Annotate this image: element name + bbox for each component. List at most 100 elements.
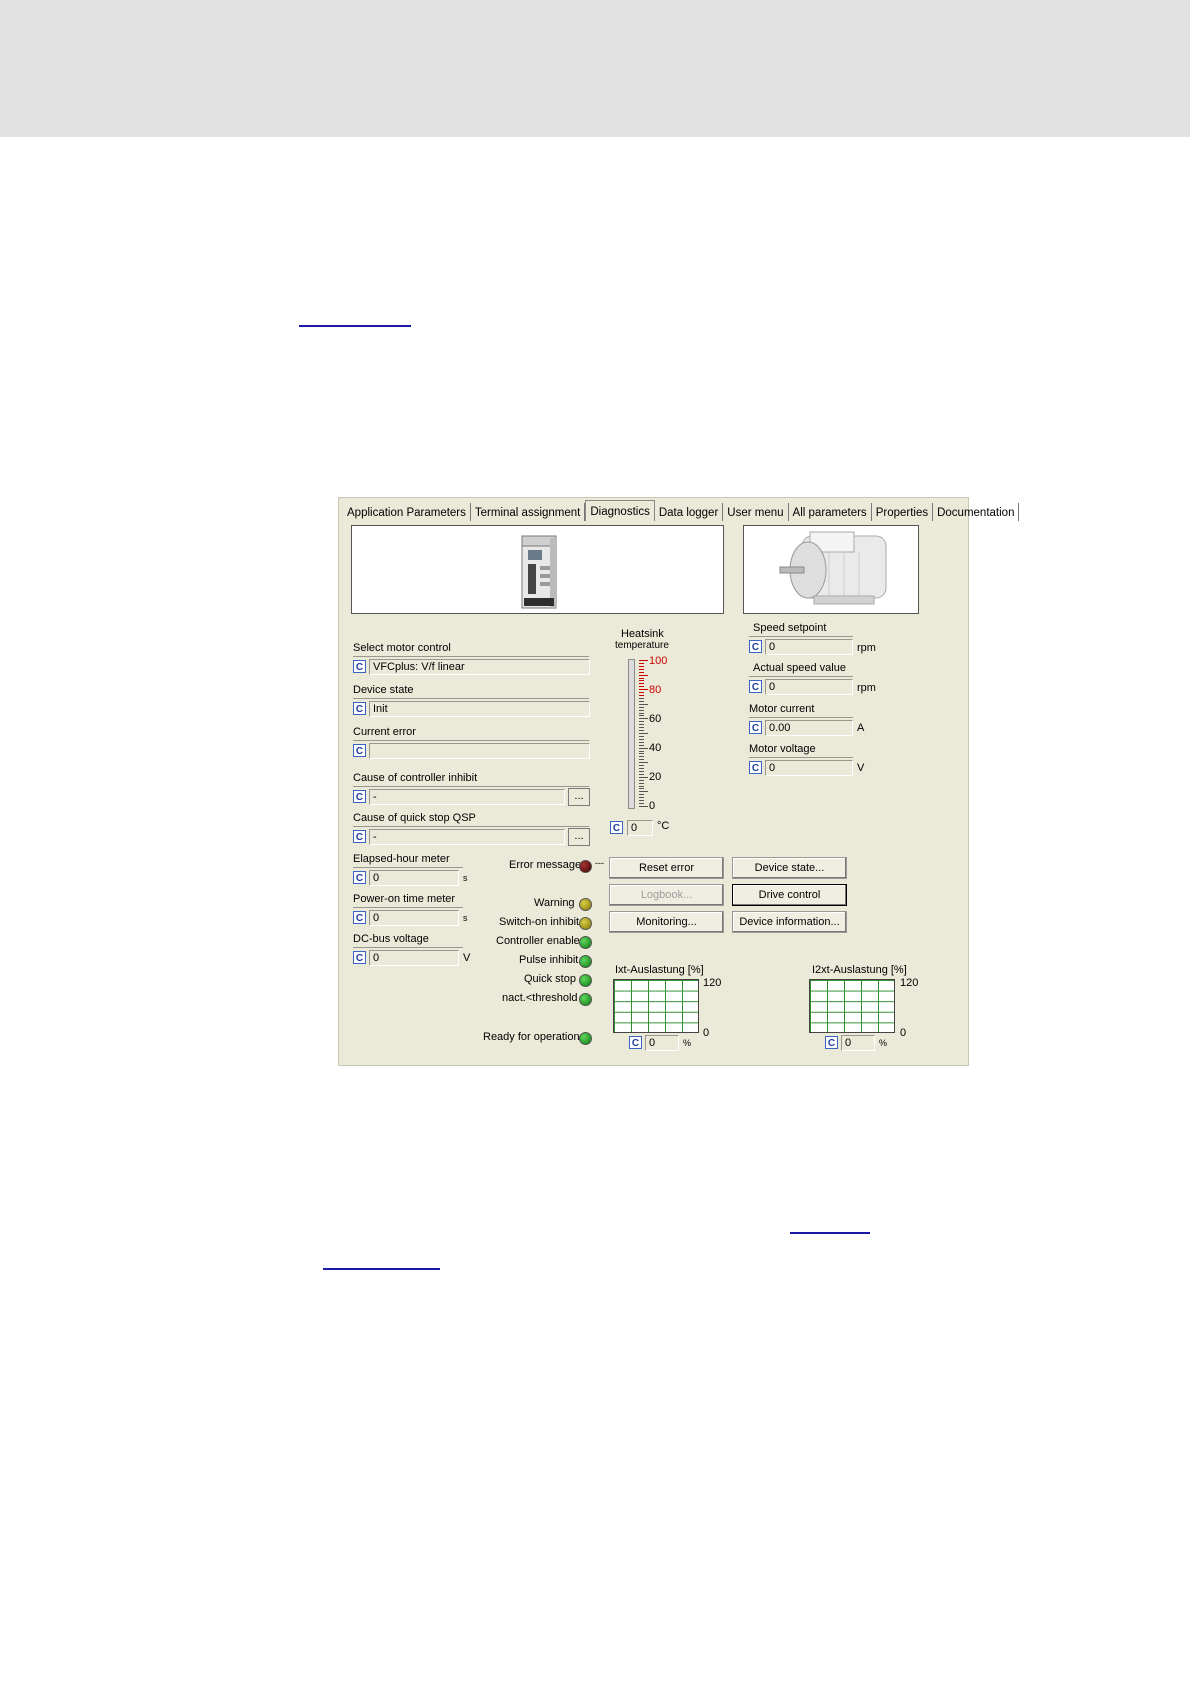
heatsink-temp-field[interactable]: 0 — [627, 820, 653, 836]
tab-bar: Application Parameters Terminal assignme… — [343, 500, 1020, 521]
c-icon[interactable]: C — [353, 702, 366, 715]
heatsink-label: Heatsink — [621, 628, 664, 640]
pulse-inhibit-led — [579, 955, 592, 968]
c-icon[interactable]: C — [610, 821, 623, 834]
thermometer-tick — [639, 788, 644, 790]
thermometer-tick — [639, 718, 648, 720]
motor-control-label: Select motor control — [353, 642, 451, 654]
controller-inhibit-field[interactable]: - — [369, 789, 565, 805]
motor-control-field[interactable]: VFCplus: V/f linear — [369, 659, 590, 675]
motor-current-unit: A — [857, 722, 865, 734]
i2xt-utilization-graph — [809, 979, 895, 1033]
thermometer-tick — [639, 785, 644, 787]
c-icon[interactable]: C — [749, 680, 762, 693]
nact-threshold-label: nact.<threshold — [502, 992, 578, 1004]
logbook-button[interactable]: Logbook... — [609, 884, 724, 906]
scale-label: 0 — [649, 800, 656, 812]
tab-user-menu[interactable]: User menu — [723, 503, 789, 521]
quick-stop-led — [579, 974, 592, 987]
device-information-button[interactable]: Device information... — [732, 911, 847, 933]
thermometer-tick — [639, 806, 648, 807]
thermometer-tick — [639, 770, 644, 772]
thermometer-tick — [639, 724, 644, 726]
c-icon[interactable]: C — [353, 871, 366, 884]
motor-current-label: Motor current — [749, 703, 815, 715]
c-icon[interactable]: C — [353, 790, 366, 803]
document-link[interactable] — [299, 325, 411, 327]
controller-enable-label: Controller enable — [496, 935, 580, 947]
elapsed-hour-label: Elapsed-hour meter — [353, 853, 450, 865]
inverter-image — [521, 535, 557, 609]
elapsed-hour-field[interactable]: 0 — [369, 870, 459, 886]
document-link[interactable] — [323, 1268, 440, 1270]
current-error-field[interactable] — [369, 743, 590, 759]
thermometer-tick — [639, 744, 644, 746]
c-icon[interactable]: C — [749, 640, 762, 653]
thermometer-tick — [639, 660, 648, 661]
power-on-field[interactable]: 0 — [369, 910, 459, 926]
thermometer-tick — [639, 689, 648, 691]
quick-stop-cause-field[interactable]: - — [369, 829, 565, 845]
c-icon[interactable]: C — [749, 721, 762, 734]
ixt-utilization-graph — [613, 979, 699, 1033]
tab-documentation[interactable]: Documentation — [933, 503, 1020, 521]
i2xt-value-field[interactable]: 0 — [841, 1035, 875, 1051]
tab-data-logger[interactable]: Data logger — [655, 503, 724, 521]
thermometer-tick — [639, 762, 648, 764]
error-message-suffix: --- — [595, 858, 604, 868]
tab-application-parameters[interactable]: Application Parameters — [343, 503, 471, 521]
monitoring-button[interactable]: Monitoring... — [609, 911, 724, 933]
speed-setpoint-field[interactable]: 0 — [765, 639, 853, 655]
c-icon[interactable]: C — [353, 951, 366, 964]
motor-image — [779, 531, 887, 605]
motor-current-field[interactable]: 0.00 — [765, 720, 853, 736]
device-state-field[interactable]: Init — [369, 701, 590, 717]
controller-inhibit-more-button[interactable]: ... — [568, 788, 590, 806]
c-icon[interactable]: C — [353, 744, 366, 757]
actual-speed-field[interactable]: 0 — [765, 679, 853, 695]
scale-label: 20 — [649, 771, 662, 783]
thermometer-tick — [639, 741, 644, 743]
tab-terminal-assignment[interactable]: Terminal assignment — [471, 503, 586, 521]
thermometer-tick — [639, 683, 644, 685]
tab-properties[interactable]: Properties — [872, 503, 934, 521]
c-icon[interactable]: C — [629, 1036, 642, 1049]
speed-setpoint-label: Speed setpoint — [753, 622, 827, 634]
scale-label: 80 — [649, 684, 662, 696]
divider — [749, 636, 853, 637]
thermometer-tick — [639, 738, 644, 740]
thermometer-tick — [639, 712, 644, 714]
tab-all-parameters[interactable]: All parameters — [789, 503, 872, 521]
divider — [749, 676, 853, 677]
c-icon[interactable]: C — [353, 660, 366, 673]
drive-control-button[interactable]: Drive control — [732, 884, 847, 906]
reset-error-button[interactable]: Reset error — [609, 857, 724, 879]
thermometer-tick — [639, 733, 648, 734]
i2xt-title: I2xt-Auslastung [%] — [812, 964, 907, 976]
tab-diagnostics[interactable]: Diagnostics — [585, 500, 655, 521]
controller-inhibit-label: Cause of controller inhibit — [353, 772, 478, 784]
quick-stop-more-button[interactable]: ... — [568, 828, 590, 846]
switch-on-inhibit-led — [579, 917, 592, 930]
i2xt-unit: % — [879, 1038, 888, 1048]
ixt-min-label: 0 — [703, 1027, 710, 1039]
divider — [353, 698, 589, 699]
c-icon[interactable]: C — [353, 911, 366, 924]
thermometer-tick — [639, 797, 644, 799]
c-icon[interactable]: C — [353, 830, 366, 843]
document-link[interactable] — [790, 1232, 870, 1234]
thermometer-tick — [639, 756, 644, 758]
ixt-value-field[interactable]: 0 — [645, 1035, 679, 1051]
dc-bus-field[interactable]: 0 — [369, 950, 459, 966]
c-icon[interactable]: C — [825, 1036, 838, 1049]
divider — [353, 867, 463, 868]
motor-voltage-field[interactable]: 0 — [765, 760, 853, 776]
thermometer-tick — [639, 677, 644, 679]
actual-speed-unit: rpm — [857, 682, 876, 694]
device-state-button[interactable]: Device state... — [732, 857, 847, 879]
current-error-label: Current error — [353, 726, 416, 738]
nact-threshold-led — [579, 993, 592, 1006]
thermometer-tick — [639, 794, 644, 796]
c-icon[interactable]: C — [749, 761, 762, 774]
divider — [353, 907, 463, 908]
